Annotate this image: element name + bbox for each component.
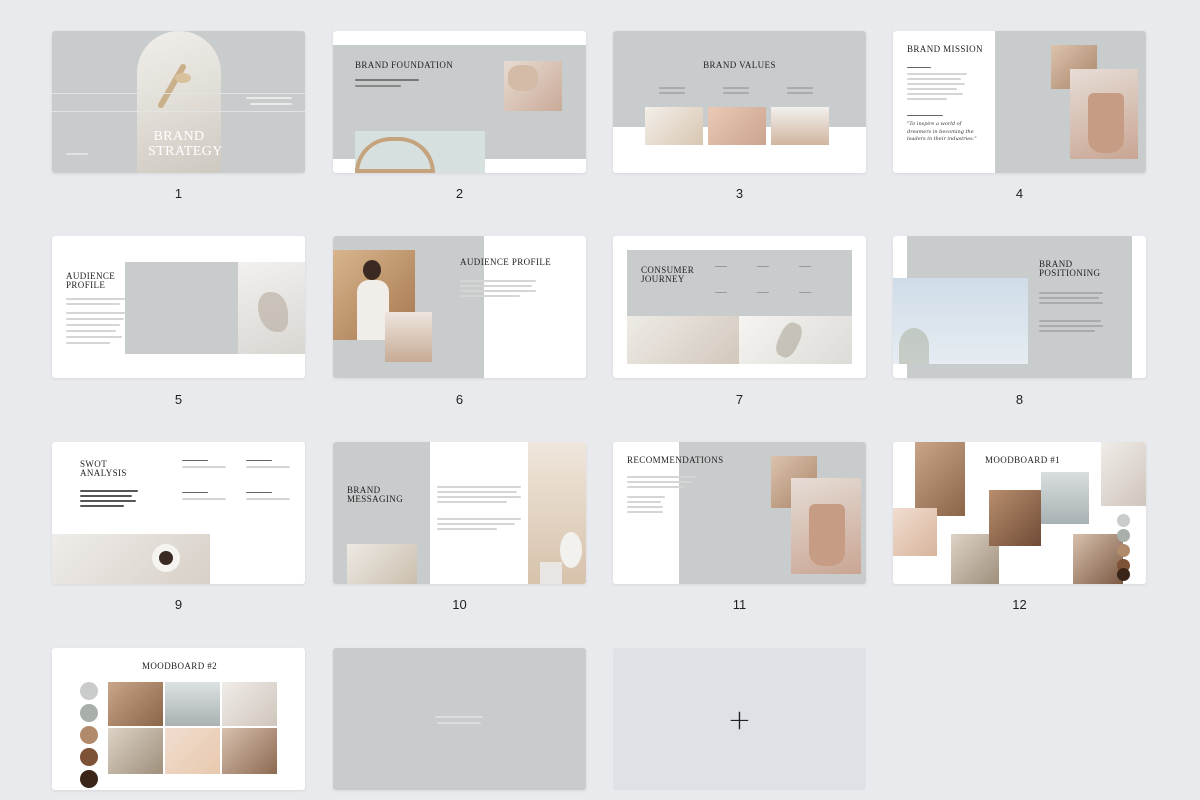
slide-image <box>108 682 163 726</box>
plus-icon: + <box>727 702 752 736</box>
slide-image <box>893 278 1028 364</box>
slide-number-10: 10 <box>452 597 467 612</box>
slide-title: CONSUMER JOURNEY <box>641 265 695 285</box>
slide-title: BRAND STRATEGY <box>148 129 223 159</box>
color-swatch <box>1117 544 1130 557</box>
slide-title: AUDIENCE PROFILE <box>66 271 116 291</box>
slide-image <box>355 131 485 173</box>
slide-thumbnail-3[interactable]: BRAND VALUES <box>613 31 866 173</box>
slide-thumbnail-9[interactable]: SWOT ANALYSIS <box>52 442 305 584</box>
slide-title: BRAND VALUES <box>703 60 776 70</box>
slide-thumbnail-14[interactable] <box>333 648 586 790</box>
slide-title: SWOT ANALYSIS <box>80 459 127 479</box>
slide-image <box>1073 534 1123 584</box>
slide-number-12: 12 <box>1012 597 1027 612</box>
slide-title: BRAND MISSION <box>907 44 983 54</box>
slide-image <box>238 262 305 354</box>
slide-thumbnail-6[interactable]: AUDIENCE PROFILE <box>333 236 586 378</box>
slide-image <box>385 312 432 362</box>
slide-title: BRAND MESSAGING <box>347 485 404 505</box>
slide-title: MOODBOARD #2 <box>142 661 218 671</box>
slide-image <box>165 728 220 774</box>
slide-thumbnail-2[interactable]: BRAND FOUNDATION <box>333 31 586 173</box>
color-swatch <box>80 770 98 788</box>
slide-number-6: 6 <box>455 392 464 407</box>
slide-image <box>627 316 739 364</box>
slide-image <box>1101 442 1146 506</box>
color-swatch <box>1117 529 1130 542</box>
slide-thumbnail-5[interactable]: AUDIENCE PROFILE <box>52 236 305 378</box>
slide-title: BRAND FOUNDATION <box>355 60 454 70</box>
slide-image <box>645 107 703 145</box>
slide-image <box>52 534 210 584</box>
slide-thumbnail-1[interactable]: BRAND STRATEGY <box>52 31 305 173</box>
slide-image <box>989 490 1041 546</box>
slide-image <box>222 682 277 726</box>
slide-number-4: 4 <box>1015 186 1024 201</box>
slide-title: AUDIENCE PROFILE <box>460 257 552 267</box>
slide-image <box>915 442 965 516</box>
add-slide-button[interactable]: + <box>613 648 866 790</box>
color-swatch <box>80 682 98 700</box>
slide-image <box>708 107 766 145</box>
slide-image <box>347 544 417 584</box>
color-swatch <box>1117 568 1130 581</box>
slide-number-3: 3 <box>735 186 744 201</box>
slide-thumbnail-4[interactable]: BRAND MISSION "To inspire a world of dre… <box>893 31 1146 173</box>
slide-image <box>1041 472 1089 524</box>
slide-image <box>771 107 829 145</box>
color-swatch <box>1117 514 1130 527</box>
slide-number-2: 2 <box>455 186 464 201</box>
slide-image <box>528 442 586 584</box>
slide-image <box>791 478 861 574</box>
slide-thumbnail-10[interactable]: BRAND MESSAGING <box>333 442 586 584</box>
slide-image <box>222 728 277 774</box>
slide-thumbnail-7[interactable]: CONSUMER JOURNEY <box>613 236 866 378</box>
slide-image <box>504 61 562 111</box>
slide-title: BRAND POSITIONING <box>1039 259 1101 279</box>
slide-thumbnail-8[interactable]: BRAND POSITIONING <box>893 236 1146 378</box>
slide-number-7: 7 <box>735 392 744 407</box>
slide-number-8: 8 <box>1015 392 1024 407</box>
slide-image <box>1070 69 1138 159</box>
slide-image <box>165 682 220 726</box>
slide-quote: "To inspire a world of dreamers in becom… <box>907 121 977 142</box>
slide-title: MOODBOARD #1 <box>985 455 1061 465</box>
color-swatch <box>80 704 98 722</box>
slide-thumbnail-12[interactable]: MOODBOARD #1 <box>893 442 1146 584</box>
slide-number-11: 11 <box>732 597 747 612</box>
slide-image <box>739 316 852 364</box>
slide-number-1: 1 <box>174 186 183 201</box>
slide-number-5: 5 <box>174 392 183 407</box>
color-swatch <box>80 748 98 766</box>
color-swatch <box>80 726 98 744</box>
slide-grid: BRAND STRATEGY 1 BRAND FOUNDATION 2 BRAN… <box>0 0 1200 800</box>
slide-image <box>108 728 163 774</box>
slide-thumbnail-11[interactable]: RECOMMENDATIONS <box>613 442 866 584</box>
slide-number-9: 9 <box>174 597 183 612</box>
slide-title: RECOMMENDATIONS <box>627 455 724 465</box>
slide-image <box>893 508 937 556</box>
slide-thumbnail-13[interactable]: MOODBOARD #2 <box>52 648 305 790</box>
